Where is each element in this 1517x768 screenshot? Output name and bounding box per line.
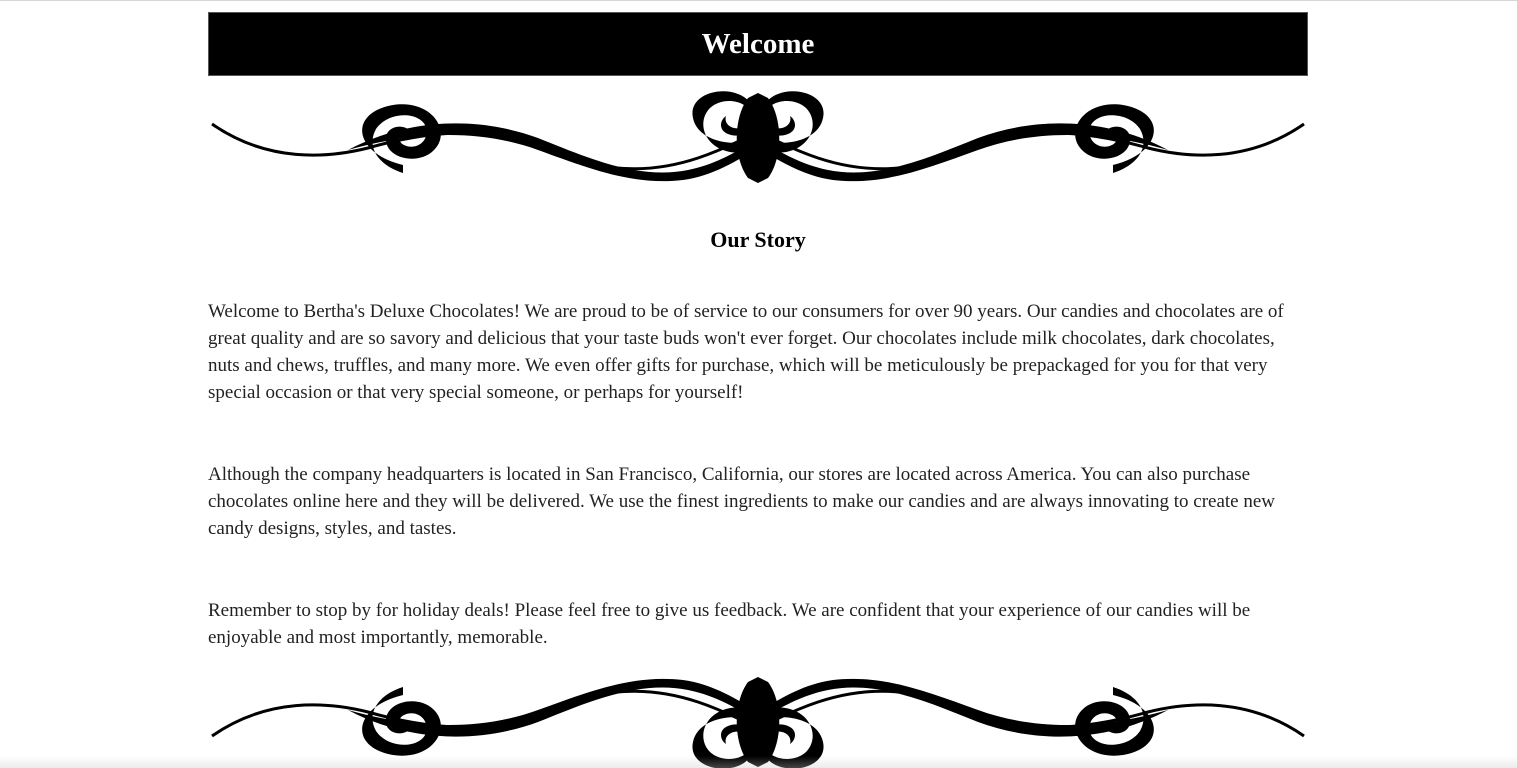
- story-paragraph: Remember to stop by for holiday deals! P…: [208, 600, 1251, 648]
- flourish-divider-top-icon: [210, 89, 1306, 185]
- story-paragraph: Welcome to Bertha's Deluxe Chocolates! W…: [208, 301, 1284, 403]
- welcome-banner: Welcome: [208, 12, 1308, 76]
- flourish-divider-bottom-icon: [210, 675, 1306, 768]
- story-paragraph: Although the company headquarters is loc…: [208, 464, 1276, 539]
- page-title: Welcome: [701, 27, 815, 60]
- section-heading: Our Story: [710, 227, 806, 252]
- page-content: Welcome Our Story Welcome to Bertha's De…: [208, 12, 1308, 768]
